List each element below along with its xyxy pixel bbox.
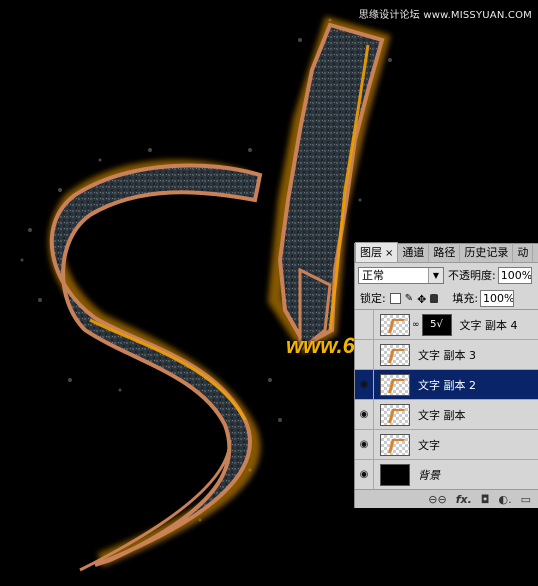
layer-name: 文字 副本 4 — [459, 318, 518, 332]
visibility-toggle[interactable]: ◉ — [355, 340, 374, 369]
eye-icon: ◉ — [359, 469, 369, 480]
lock-transparency-icon[interactable] — [389, 292, 401, 304]
layer-row-text-copy-2[interactable]: ◉ 文字 副本 2 — [355, 370, 538, 400]
panel-tabs: 图层 × 通道 路径 历史记录 动 — [355, 242, 538, 263]
visibility-toggle[interactable]: ◉ — [355, 370, 374, 399]
visibility-toggle[interactable]: ◉ — [355, 400, 374, 429]
layer-name: 文字 副本 2 — [418, 378, 476, 392]
opacity-label: 不透明度: — [448, 269, 496, 282]
lock-all-icon[interactable] — [430, 293, 439, 303]
lock-pixels-icon[interactable]: ✎ — [405, 293, 413, 304]
panel-bottom-bar: ⊖⊖ fx. ◘ ◐. ▭ — [355, 489, 538, 508]
watermark-top: 思缘设计论坛 www.MISSYUAN.COM — [358, 10, 532, 21]
tab-history[interactable]: 历史记录 — [460, 243, 514, 262]
layers-panel: 图层 × 通道 路径 历史记录 动 正常 ▼ 不透明度: 100% 锁定: ✎ ✥… — [354, 242, 538, 508]
lock-label: 锁定: — [360, 292, 386, 305]
blend-mode-value: 正常 — [362, 269, 384, 282]
layer-name: 背景 — [418, 468, 440, 482]
tab-channels[interactable]: 通道 — [398, 243, 430, 262]
visibility-toggle[interactable]: ◉ — [355, 460, 374, 489]
visibility-toggle[interactable]: ◉ — [355, 430, 374, 459]
fill-input[interactable]: 100% — [480, 289, 515, 307]
layer-thumbnail — [380, 313, 410, 336]
layer-list: ◉ ∞ 5√ 文字 副本 4 ◉ 文字 副本 3 ◉ 文字 副本 2 ◉ 文字 … — [355, 310, 538, 490]
layer-mask-thumbnail[interactable]: 5√ — [421, 313, 452, 336]
lock-position-icon[interactable]: ✥ — [417, 293, 426, 306]
link-chain-icon[interactable]: ∞ — [412, 320, 420, 330]
chevron-down-icon[interactable]: ▼ — [428, 267, 443, 283]
tab-layers[interactable]: 图层 × — [355, 242, 399, 262]
layer-name: 文字 — [418, 438, 440, 452]
layer-row-text[interactable]: ◉ 文字 — [355, 430, 538, 460]
layer-row-text-copy-3[interactable]: ◉ 文字 副本 3 — [355, 340, 538, 370]
blend-row: 正常 ▼ 不透明度: 100% — [355, 263, 538, 287]
close-icon[interactable]: × — [385, 248, 393, 259]
tab-layers-label: 图层 — [360, 246, 382, 259]
fx-icon[interactable]: fx. — [456, 493, 472, 506]
eye-icon: ◉ — [359, 409, 369, 420]
lock-row: 锁定: ✎ ✥ 填充: 100% — [355, 287, 538, 310]
layer-thumbnail — [380, 343, 410, 366]
layer-thumbnail — [380, 403, 410, 426]
eye-icon: ◉ — [359, 379, 369, 390]
visibility-toggle[interactable]: ◉ — [355, 310, 374, 339]
layer-name: 文字 副本 3 — [418, 348, 476, 362]
opacity-input[interactable]: 100% — [497, 266, 532, 284]
layer-thumbnail — [380, 463, 410, 486]
layer-row-text-copy-4[interactable]: ◉ ∞ 5√ 文字 副本 4 — [355, 310, 538, 340]
tab-paths[interactable]: 路径 — [429, 243, 461, 262]
layer-row-text-copy[interactable]: ◉ 文字 副本 — [355, 400, 538, 430]
layer-name: 文字 副本 — [418, 408, 466, 422]
tab-actions[interactable]: 动 — [513, 243, 534, 262]
stroke-five — [49, 163, 263, 567]
eye-icon: ◉ — [359, 439, 369, 450]
folder-icon[interactable]: ▭ — [521, 493, 531, 506]
fill-label: 填充: — [452, 292, 479, 305]
blend-mode-select[interactable]: 正常 ▼ — [358, 266, 444, 284]
layer-row-background[interactable]: ◉ 背景 — [355, 460, 538, 490]
layer-thumbnail — [380, 433, 410, 456]
adjustment-icon[interactable]: ◐. — [498, 493, 511, 506]
link-icon[interactable]: ⊖⊖ — [428, 493, 446, 506]
layer-thumbnail — [380, 373, 410, 396]
mask-icon[interactable]: ◘ — [481, 493, 490, 506]
